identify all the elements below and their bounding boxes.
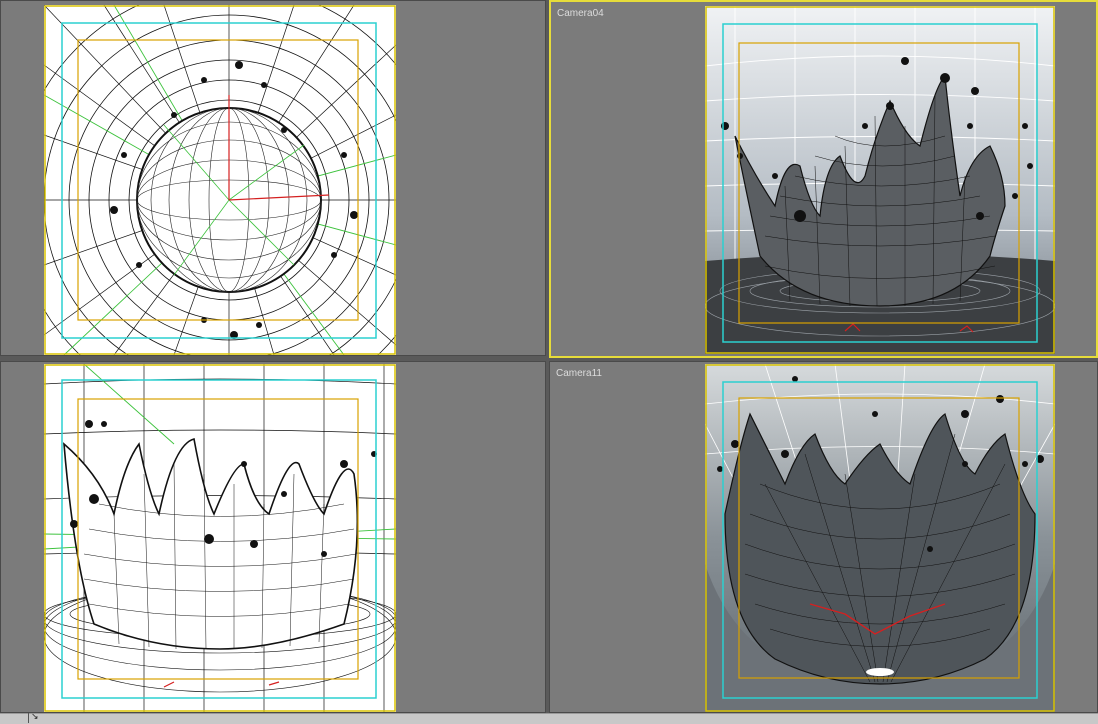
viewport-label: Camera04 bbox=[557, 8, 604, 19]
viewport-camera04[interactable]: Camera04 bbox=[549, 0, 1098, 358]
camera04-render bbox=[705, 6, 1055, 354]
viewport-resize-handle[interactable]: ↘ bbox=[28, 711, 40, 723]
side-view-scene bbox=[44, 364, 396, 712]
viewport-bottom-left[interactable] bbox=[0, 361, 546, 713]
side-view-render bbox=[44, 364, 396, 712]
viewport-label: Camera11 bbox=[556, 368, 602, 379]
camera04-scene bbox=[705, 6, 1055, 354]
top-view-render bbox=[44, 5, 396, 355]
camera11-scene bbox=[705, 364, 1055, 712]
top-view-scene bbox=[44, 5, 396, 355]
viewport-camera11[interactable]: Camera11 bbox=[549, 361, 1098, 713]
status-strip bbox=[0, 713, 1098, 724]
camera11-render bbox=[705, 364, 1055, 712]
resize-arrow-icon: ↘ bbox=[31, 711, 39, 721]
viewport-top-left[interactable] bbox=[0, 0, 546, 356]
